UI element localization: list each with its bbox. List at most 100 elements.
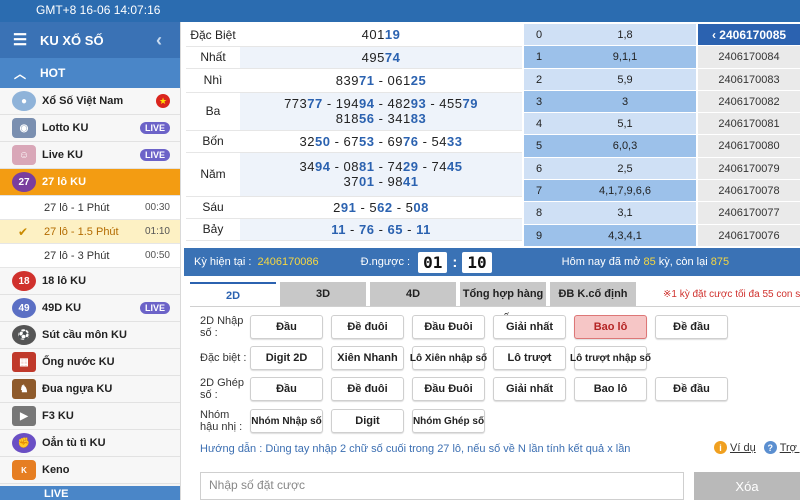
prefix-digits: 74 [431,159,447,174]
race-car-icon: ▶ [12,406,36,426]
prize-label: Nhì [186,68,240,93]
last-digits: 29 [403,159,419,174]
history-period-id: 2406170082 [696,90,800,113]
clear-button[interactable]: Xóa [694,472,800,500]
history-row[interactable]: 8 3,1 2406170077 [524,202,800,225]
bet-row-label: 2D Ghép số : [200,377,245,401]
history-row[interactable]: 5 6,0,3 2406170080 [524,135,800,158]
last-digits: 79 [462,96,478,111]
prefix-digits: 34 [299,159,315,174]
guide-text: Hướng dẫn : Dùng tay nhập 2 chữ số cuối … [200,443,631,455]
sidebar-section-live[interactable]: LIVE [0,486,180,500]
history-index: 7 [524,180,554,202]
history-row[interactable]: 7 4,1,7,9,6,6 2406170078 [524,180,800,203]
sidebar-item-oan-tu-ti-ku[interactable]: ✊ Oẳn tù tì KU [0,430,180,457]
bet-button-digit[interactable]: Digit [331,409,404,433]
tab-3d[interactable]: 3D [280,282,366,306]
prefix-digits: 08 [343,159,359,174]
sidebar-subitem-27-lo-3-phut[interactable]: 27 lô - 3 Phút 00:50 [0,244,180,268]
history-row[interactable]: 4 5,1 2406170081 [524,113,800,136]
info-icon: i [714,441,727,454]
prefix-digits: 5 [369,199,378,215]
bet-button-lo-xien-nhap-so[interactable]: Lô Xiên nhập số [410,346,487,370]
sidebar-item-sut-cau-mon-ku[interactable]: ⚽ Sút cầu môn KU [0,322,180,349]
prize-label: Năm [186,152,240,197]
tab-tong-hop-hang-so[interactable]: Tổng hợp hàng số [460,282,546,324]
last-digits: 19 [384,27,401,43]
prefix-digits: 2 [333,199,341,215]
prize-numbers: 83971 - 06125 [240,68,522,93]
bet-button-nhom-ghep-so[interactable]: Nhóm Ghép số [412,409,485,433]
separator: - [374,72,388,88]
49d-icon: 49 [12,298,36,318]
last-digits: 65 [387,221,403,237]
today-remaining: 875 [710,256,730,268]
sidebar-item-ong-nuoc-ku[interactable]: ▦ Ống nước KU [0,349,180,376]
sidebar-subitem-27-lo-1-phut[interactable]: 27 lô - 1 Phút 00:30 [0,196,180,220]
bet-button-lo-truot[interactable]: Lô trượt [493,346,566,370]
bet-button-nhom-nhap-so[interactable]: Nhóm Nhập số [250,409,323,433]
sidebar-item-18-lo-ku[interactable]: 18 18 lô KU [0,268,180,295]
period-id-text: 2406170083 [718,73,780,86]
sidebar-item-label: Live KU [42,149,83,161]
bet-button-digit-2d[interactable]: Digit 2D [250,346,323,370]
prize-label: Bốn [186,130,240,153]
history-row[interactable]: 9 4,3,4,1 2406170076 [524,224,800,247]
history-row[interactable]: 2 5,9 2406170083 [524,68,800,91]
hamburger-menu-icon[interactable]: ☰ [0,30,40,50]
bet-button-de-duoi[interactable]: Đề đuôi [331,315,404,339]
history-row[interactable]: 1 9,1,1 2406170084 [524,46,800,69]
bet-button-bao-lo-selected[interactable]: Bao lô [574,315,647,339]
history-row[interactable]: 6 2,5 2406170079 [524,157,800,181]
sidebar-item-keno[interactable]: K Keno [0,457,180,484]
result-row: Đặc Biệt 40119 [186,24,522,47]
bet-button-de-dau[interactable]: Đề đầu [655,377,728,401]
current-period-value: 2406170086 [257,256,319,268]
bet-button-de-dau[interactable]: Đề đầu [655,315,728,339]
live-host-icon: ☺ [12,145,36,165]
bet-button-giai-nhat[interactable]: Giải nhất [493,377,566,401]
sidebar-item-49d-ku[interactable]: 49 49D KU LIVE [0,295,180,322]
sidebar-item-f3-ku[interactable]: ▶ F3 KU [0,403,180,430]
last-digits: 91 [340,199,357,215]
sidebar-section-hot[interactable]: ︿ HOT [0,58,180,88]
bet-number-input[interactable]: Nhập số đặt cược [200,472,684,500]
history-row[interactable]: 3 3 2406170082 [524,90,800,114]
bet-button-bao-lo[interactable]: Bao lô [574,377,647,401]
history-index: 4 [524,113,554,135]
sidebar-item-live-ku[interactable]: ☺ Live KU LIVE [0,142,180,169]
prize-line: 83971 - 06125 [240,73,522,88]
bet-button-lo-truot-nhap-so[interactable]: Lô trượt nhập số [570,346,651,370]
period-id-text: 2406170084 [718,51,780,64]
sidebar: ☰ KU XỔ SỐ ‹ ︿ HOT ● Xổ Số Việt Nam ★ ◉ … [0,22,181,500]
bet-row-2d-ghep-so: 2D Ghép số : Đầu Đề đuôi Đầu Đuôi Giải n… [200,377,800,401]
bet-button-dau[interactable]: Đầu [250,377,323,401]
live-badge: LIVE [139,149,170,161]
result-row: Nhất 49574 [186,46,522,69]
last-digits: 33 [447,133,463,149]
bet-button-dau-duoi[interactable]: Đầu Đuôi [412,315,485,339]
prize-label: Nhất [186,46,240,69]
tab-4d[interactable]: 4D [370,282,456,306]
example-link[interactable]: Ví dụ [730,442,756,454]
tab-db-k-co-dinh[interactable]: ĐB K.cố định [550,282,636,306]
tab-2d[interactable]: 2D [190,282,276,306]
max-bet-warning: ※1 kỳ đặt cược tối đa 55 con số [663,289,800,300]
sidebar-item-27-lo-ku[interactable]: 27 27 lô KU [0,169,180,196]
bet-button-dau[interactable]: Đầu [250,315,323,339]
history-index: 1 [524,46,554,68]
sidebar-item-dua-ngua-ku[interactable]: ♞ Đua ngựa KU [0,376,180,403]
help-link[interactable]: Trợ giúp [780,442,800,454]
bet-button-giai-nhat[interactable]: Giải nhất [493,315,566,339]
history-row[interactable]: 0 1,8 ‹ 2406170085 [524,24,800,47]
sidebar-item-lotto-ku[interactable]: ◉ Lotto KU LIVE [0,115,180,142]
tab-divider [190,306,800,307]
separator: - [418,133,432,149]
bet-button-xien-nhanh[interactable]: Xiên Nhanh [331,346,404,370]
lottery-balls-icon: ● [12,91,36,111]
bet-button-de-duoi[interactable]: Đề đuôi [331,377,404,401]
sidebar-item-xo-so-viet-nam[interactable]: ● Xổ Số Việt Nam ★ [0,88,180,115]
collapse-sidebar-icon[interactable]: ‹ [156,30,180,51]
sidebar-subitem-27-lo-1-5-phut[interactable]: ✔ 27 lô - 1.5 Phút 01:10 [0,220,180,244]
bet-button-dau-duoi[interactable]: Đầu Đuôi [412,377,485,401]
